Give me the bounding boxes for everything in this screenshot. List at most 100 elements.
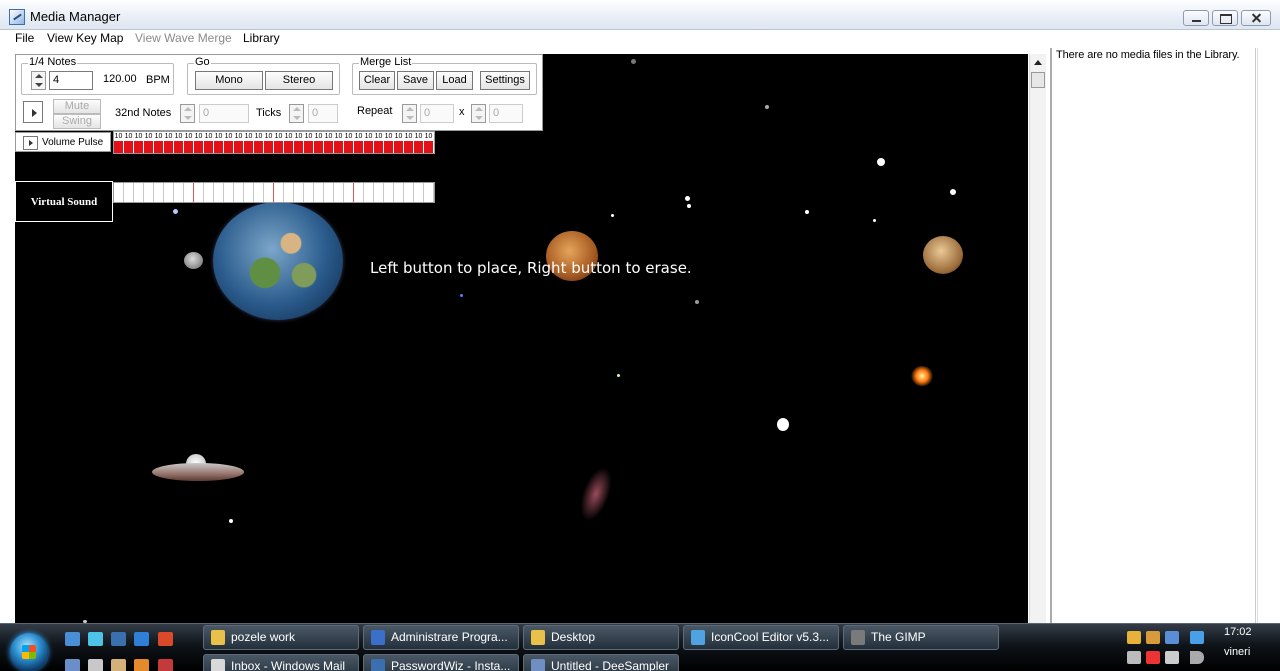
ticks-input[interactable]: 0 bbox=[308, 104, 338, 123]
tray-pen-icon[interactable] bbox=[1146, 631, 1160, 644]
repeat-count-input[interactable]: 0 bbox=[489, 104, 523, 123]
taskbar-button-deesampler[interactable]: Untitled - DeeSampler bbox=[523, 654, 679, 671]
virtual-sound-cell[interactable] bbox=[284, 183, 294, 202]
library-scrollbar[interactable] bbox=[1257, 48, 1280, 623]
pulse-cell[interactable]: 10 bbox=[284, 132, 294, 153]
tray-app-icon[interactable] bbox=[1165, 631, 1179, 644]
start-button[interactable] bbox=[10, 633, 48, 671]
virtual-sound-cell[interactable] bbox=[214, 183, 224, 202]
close-button[interactable] bbox=[1241, 10, 1271, 26]
show-desktop-icon[interactable] bbox=[65, 632, 80, 646]
quick-launch-icon[interactable] bbox=[111, 659, 126, 671]
virtual-sound-cell[interactable] bbox=[424, 183, 434, 202]
virtual-sound-cell[interactable] bbox=[344, 183, 354, 202]
pulse-cell[interactable]: 10 bbox=[354, 132, 364, 153]
pulse-cell[interactable]: 10 bbox=[374, 132, 384, 153]
virtual-sound-cell[interactable] bbox=[234, 183, 244, 202]
pulse-cell[interactable]: 10 bbox=[244, 132, 254, 153]
taskbar-button-pozele-work[interactable]: pozele work bbox=[203, 625, 359, 650]
menu-file[interactable]: File bbox=[15, 31, 34, 45]
virtual-sound-cell[interactable] bbox=[364, 183, 374, 202]
quick-launch-icon[interactable] bbox=[65, 659, 80, 671]
virtual-sound-cell[interactable] bbox=[374, 183, 384, 202]
volume-pulse-strip[interactable]: 10 10 10 10 10 10 10 10 10 10 10 10 10 10 10 10 10 10 10 10… bbox=[113, 131, 435, 154]
virtual-sound-cell[interactable] bbox=[384, 183, 394, 202]
notes-input[interactable]: 4 bbox=[49, 71, 93, 90]
pulse-cell[interactable]: 10 bbox=[384, 132, 394, 153]
ticks-spinner[interactable] bbox=[289, 104, 304, 123]
load-button[interactable]: Load bbox=[436, 71, 473, 90]
quick-launch-icon[interactable] bbox=[158, 659, 173, 671]
pulse-cell[interactable]: 10 bbox=[254, 132, 264, 153]
repeat-spinner[interactable] bbox=[402, 104, 417, 123]
pulse-cell[interactable]: 10 bbox=[274, 132, 284, 153]
pulse-cell[interactable]: 10 bbox=[264, 132, 274, 153]
virtual-sound-cell[interactable] bbox=[154, 183, 164, 202]
pulse-cell[interactable]: 10 bbox=[114, 132, 124, 153]
virtual-sound-cell[interactable] bbox=[134, 183, 144, 202]
mono-button[interactable]: Mono bbox=[195, 71, 263, 90]
virtual-sound-cell[interactable] bbox=[224, 183, 234, 202]
network-icon[interactable] bbox=[1190, 631, 1204, 644]
maximize-button[interactable] bbox=[1212, 10, 1238, 26]
pulse-cell[interactable]: 10 bbox=[174, 132, 184, 153]
quick-launch-icon[interactable] bbox=[88, 659, 103, 671]
volume-icon[interactable] bbox=[1190, 651, 1204, 664]
taskbar-button-gimp[interactable]: The GIMP bbox=[843, 625, 999, 650]
settings-button[interactable]: Settings bbox=[480, 71, 530, 90]
iconcool-icon[interactable] bbox=[88, 632, 103, 646]
pulse-cell[interactable]: 10 bbox=[124, 132, 134, 153]
virtual-sound-cell[interactable] bbox=[304, 183, 314, 202]
taskbar-button-windows-mail[interactable]: Inbox - Windows Mail bbox=[203, 654, 359, 671]
pulse-cell[interactable]: 10 bbox=[294, 132, 304, 153]
pulse-cell[interactable]: 10 bbox=[324, 132, 334, 153]
minimize-button[interactable] bbox=[1183, 10, 1209, 26]
virtual-sound-cell[interactable] bbox=[324, 183, 334, 202]
virtual-sound-cell[interactable] bbox=[194, 183, 204, 202]
taskbar-button-passwordwiz[interactable]: PasswordWiz - Insta... bbox=[363, 654, 519, 671]
media-player-icon[interactable] bbox=[134, 659, 149, 671]
tray-app-icon[interactable] bbox=[1127, 651, 1141, 664]
pulse-cell[interactable]: 10 bbox=[144, 132, 154, 153]
virtual-sound-strip[interactable] bbox=[113, 182, 435, 203]
clock-time[interactable]: 17:02 bbox=[1224, 626, 1252, 638]
virtual-sound-cell[interactable] bbox=[354, 183, 364, 202]
pulse-cell[interactable]: 10 bbox=[364, 132, 374, 153]
virtual-sound-cell[interactable] bbox=[144, 183, 154, 202]
stereo-button[interactable]: Stereo bbox=[265, 71, 333, 90]
virtual-sound-cell[interactable] bbox=[174, 183, 184, 202]
repeat-count-spinner[interactable] bbox=[471, 104, 486, 123]
pulse-cell[interactable]: 10 bbox=[154, 132, 164, 153]
pulse-cell[interactable]: 10 bbox=[204, 132, 214, 153]
virtual-sound-cell[interactable] bbox=[204, 183, 214, 202]
notes-spinner[interactable] bbox=[31, 71, 46, 90]
scroll-thumb[interactable] bbox=[1031, 72, 1045, 88]
pulse-cell[interactable]: 10 bbox=[404, 132, 414, 153]
virtual-sound-cell[interactable] bbox=[264, 183, 274, 202]
canvas-scrollbar[interactable] bbox=[1029, 54, 1046, 623]
virtual-sound-cell[interactable] bbox=[124, 183, 134, 202]
clock-day[interactable]: vineri bbox=[1224, 646, 1250, 658]
volume-pulse-expand-button[interactable] bbox=[23, 136, 38, 150]
notes32-spinner[interactable] bbox=[180, 104, 195, 123]
virtual-sound-cell[interactable] bbox=[334, 183, 344, 202]
menu-library[interactable]: Library bbox=[243, 31, 280, 45]
tray-app-icon[interactable] bbox=[1146, 651, 1160, 664]
taskbar-button-iconcool[interactable]: IconCool Editor v5.3... bbox=[683, 625, 839, 650]
pulse-cell[interactable]: 10 bbox=[394, 132, 404, 153]
scroll-up-icon[interactable] bbox=[1034, 60, 1042, 65]
menu-view-key-map[interactable]: View Key Map bbox=[47, 31, 123, 45]
virtual-sound-cell[interactable] bbox=[394, 183, 404, 202]
virtual-sound-cell[interactable] bbox=[254, 183, 264, 202]
repeat-input[interactable]: 0 bbox=[420, 104, 454, 123]
virtual-sound-cell[interactable] bbox=[114, 183, 124, 202]
virtual-sound-cell[interactable] bbox=[244, 183, 254, 202]
save-button[interactable]: Save bbox=[397, 71, 434, 90]
notes32-input[interactable]: 0 bbox=[199, 104, 249, 123]
pulse-cell[interactable]: 10 bbox=[164, 132, 174, 153]
messenger-icon[interactable] bbox=[134, 632, 149, 646]
pulse-cell[interactable]: 10 bbox=[134, 132, 144, 153]
switch-windows-icon[interactable] bbox=[111, 632, 126, 646]
app-icon[interactable] bbox=[9, 9, 25, 25]
virtual-sound-cell[interactable] bbox=[414, 183, 424, 202]
